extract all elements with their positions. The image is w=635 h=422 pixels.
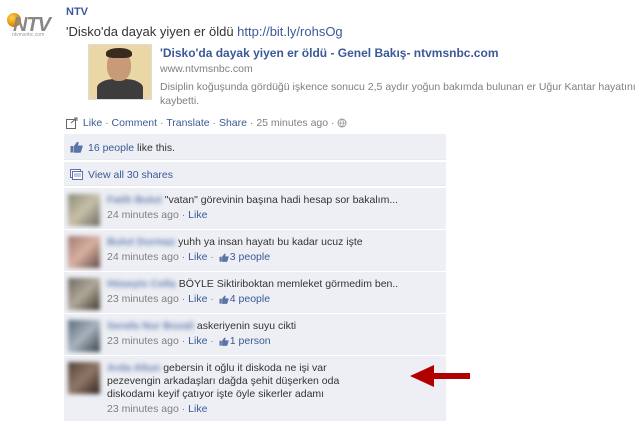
separator: · (209, 117, 219, 129)
comment-time[interactable]: 23 minutes ago (107, 335, 179, 347)
red-arrow-icon (410, 365, 470, 387)
thumbs-up-icon (219, 295, 229, 304)
comment-text: BÖYLE Siktiriboktan memleket görmedim be… (178, 278, 399, 290)
comment-body: Bulut Durmaz yuhh ya insan hayatı bu kad… (107, 236, 438, 264)
comment-meta: 23 minutes ago · Like · 4 people (107, 293, 271, 305)
comment-like-link[interactable]: Like (188, 403, 207, 415)
commenter-name[interactable]: Fatih Bulut (107, 194, 162, 206)
share-action[interactable]: Share (219, 117, 247, 129)
facebook-post: NTV ntvmsnbc.com NTV 'Disko'da dayak yiy… (0, 0, 635, 422)
post-author[interactable]: NTV (66, 6, 88, 18)
attachment-domain: www.ntvmsnbc.com (160, 63, 253, 75)
comment-meta: 23 minutes ago · Like · 1 person (107, 335, 271, 347)
like-action[interactable]: Like (83, 117, 102, 129)
comment-time[interactable]: 23 minutes ago (107, 293, 179, 305)
comment-like-link[interactable]: Like (188, 335, 207, 347)
commenter-name[interactable]: Hüseyin Cella (107, 278, 176, 290)
logo-subtext: ntvmsnbc.com (12, 32, 45, 38)
comment-likes-count[interactable]: 3 people (230, 251, 270, 263)
thumbnail-hair (106, 48, 132, 58)
shares-icon (70, 169, 83, 180)
comment-item: Bulut Durmaz yuhh ya insan hayatı bu kad… (64, 230, 446, 272)
avatar[interactable] (68, 320, 100, 352)
comment-body: Hüseyin Cella BÖYLE Siktiriboktan memlek… (107, 278, 438, 306)
comment-like-link[interactable]: Like (188, 209, 207, 221)
avatar[interactable] (68, 194, 100, 226)
attachment-thumbnail[interactable] (88, 44, 152, 100)
thumbs-up-icon (219, 337, 229, 346)
avatar[interactable] (68, 278, 100, 310)
commenter-name[interactable]: Arda Altun (107, 362, 160, 374)
feedback-panel: 16 people like this. View all 30 shares … (64, 134, 446, 422)
comment-item: Fatih Bulut "vatan" görevinin başına had… (64, 188, 446, 230)
comment-time[interactable]: 23 minutes ago (107, 403, 179, 415)
comment-time[interactable]: 24 minutes ago (107, 251, 179, 263)
message-text: 'Disko'da dayak yiyen er öldü (66, 24, 238, 39)
comment-meta: 23 minutes ago · Like (107, 403, 208, 415)
comment-likes-count[interactable]: 4 people (230, 293, 270, 305)
separator: · (102, 117, 112, 129)
commenter-name[interactable]: Serafa Nur Bozali (107, 320, 194, 332)
comment-body: Serafa Nur Bozali askeriyenin suyu cikti… (107, 320, 438, 348)
comment-time[interactable]: 24 minutes ago (107, 209, 179, 221)
ntv-logo[interactable]: NTV ntvmsnbc.com (5, 10, 57, 40)
post-message: 'Disko'da dayak yiyen er öldü http://bit… (66, 24, 343, 39)
comment-item: Arda Altun gebersin it oğlu it diskoda n… (64, 356, 446, 422)
post-timestamp[interactable]: 25 minutes ago (256, 117, 328, 129)
likes-suffix: like this. (134, 142, 175, 154)
translate-action[interactable]: Translate (166, 117, 209, 129)
thumbnail-shirt (97, 79, 143, 99)
thumbs-up-icon (219, 253, 229, 262)
commenter-name[interactable]: Bulut Durmaz (107, 236, 175, 248)
message-link[interactable]: http://bit.ly/rohsOg (237, 24, 343, 39)
comment-body: Arda Altun gebersin it oğlu it diskoda n… (107, 362, 372, 416)
comment-meta: 24 minutes ago · Like · 3 people (107, 251, 271, 263)
comment-likes-count[interactable]: 1 person (230, 335, 271, 347)
comment-text: askeriyenin suyu cikti (196, 320, 297, 332)
separator: · (246, 117, 257, 129)
view-all-shares-link[interactable]: View all 30 shares (88, 169, 173, 181)
comment-meta: 24 minutes ago · Like (107, 209, 208, 221)
view-all-shares[interactable]: View all 30 shares (64, 162, 446, 186)
post-actions: Like · Comment · Translate · Share · 25 … (66, 117, 347, 130)
comment-item: Serafa Nur Bozali askeriyenin suyu cikti… (64, 314, 446, 356)
attachment-title[interactable]: 'Disko'da dayak yiyen er öldü - Genel Ba… (160, 46, 498, 60)
separator: · (157, 117, 167, 129)
comment-like-link[interactable]: Like (188, 251, 207, 263)
comment-text: "vatan" görevinin başına hadi hesap sor … (164, 194, 399, 206)
avatar[interactable] (68, 362, 100, 394)
likes-summary: 16 people like this. (64, 134, 446, 160)
comment-like-link[interactable]: Like (188, 293, 207, 305)
comment-body: Fatih Bulut "vatan" görevinin başına had… (107, 194, 438, 222)
likes-count-link[interactable]: 16 people (88, 142, 134, 154)
separator: · (328, 117, 338, 129)
likes-text: 16 people like this. (88, 142, 175, 154)
comment-action[interactable]: Comment (112, 117, 158, 129)
comment-item: Hüseyin Cella BÖYLE Siktiriboktan memlek… (64, 272, 446, 314)
avatar[interactable] (68, 236, 100, 268)
share-box-icon (66, 117, 78, 130)
globe-icon (337, 118, 347, 128)
attachment-description: Disiplin koğuşunda gördüğü işkence sonuc… (160, 81, 635, 107)
comment-text: yuhh ya insan hayatı bu kadar ucuz işte (178, 236, 363, 248)
thumbs-up-icon (70, 141, 83, 153)
